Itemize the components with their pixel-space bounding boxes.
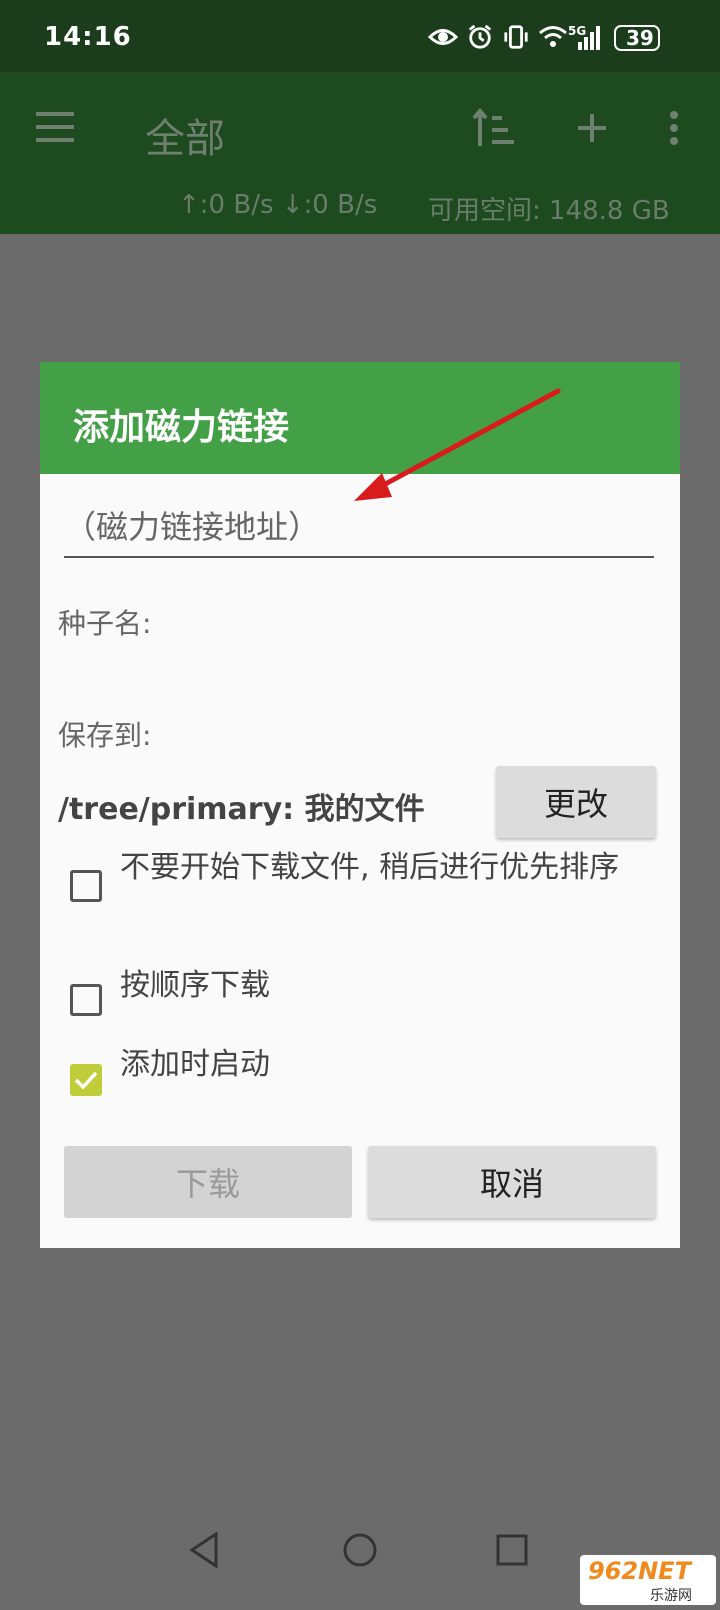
vibrate-icon [504,25,528,49]
battery-level: 39 [626,26,654,50]
annotation-arrow-icon [354,388,561,501]
defer-download-label: 不要开始下载文件, 稍后进行优先排序 [120,850,620,885]
add-icon[interactable] [576,112,608,144]
transfer-speed: ↑:0 B/s ↓:0 B/s [178,190,378,220]
free-space: 可用空间: 148.8 GB [428,196,670,226]
more-icon[interactable] [668,110,680,146]
status-time: 14:16 [44,22,132,52]
save-path: /tree/primary: 我的文件 [58,792,425,827]
alarm-icon [468,24,492,49]
recents-icon[interactable] [496,1534,528,1566]
watermark-text: 962NET [588,1557,691,1585]
eye-icon [428,29,458,45]
cancel-button[interactable]: 取消 [368,1146,656,1218]
signal-icon [578,26,600,50]
watermark-logo: 962NET 乐游网 [580,1555,716,1605]
wifi-icon [539,26,567,47]
home-icon[interactable] [342,1532,378,1568]
torrent-name-label: 种子名: [58,607,152,640]
back-icon[interactable] [188,1532,220,1568]
watermark-sub: 乐游网 [650,1588,692,1604]
start-on-add-label: 添加时启动 [120,1047,270,1082]
app-title: 全部 [145,116,225,162]
download-button[interactable]: 下载 [64,1146,352,1218]
sequential-download-checkbox[interactable] [70,984,102,1016]
change-path-button[interactable]: 更改 [496,766,656,838]
sort-icon[interactable] [472,108,516,148]
menu-icon[interactable] [36,112,76,142]
sequential-download-label: 按顺序下载 [120,968,270,1003]
checkmark-icon [74,1071,98,1090]
app-bar: 全部 ↑:0 B/s ↓:0 B/s 可用空间: 148.8 GB [0,72,720,234]
status-bar: 14:16 5G 39 [0,0,720,72]
start-on-add-checkbox[interactable] [70,1064,102,1096]
save-to-label: 保存到: [58,719,152,752]
defer-download-checkbox[interactable] [70,870,102,902]
dialog-title: 添加磁力链接 [73,407,290,448]
